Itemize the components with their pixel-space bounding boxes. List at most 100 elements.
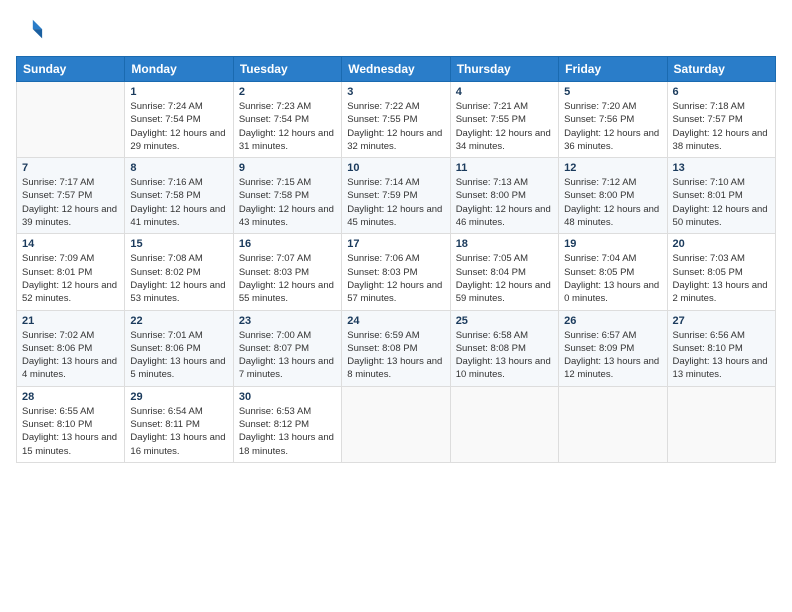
day-number: 6 bbox=[673, 86, 770, 98]
day-info: Sunrise: 6:59 AMSunset: 8:08 PMDaylight:… bbox=[347, 329, 444, 382]
day-number: 7 bbox=[22, 162, 119, 174]
calendar-header-tuesday: Tuesday bbox=[233, 57, 341, 82]
day-number: 17 bbox=[347, 238, 444, 250]
calendar-day-cell: 5Sunrise: 7:20 AMSunset: 7:56 PMDaylight… bbox=[559, 82, 667, 158]
calendar: SundayMondayTuesdayWednesdayThursdayFrid… bbox=[16, 56, 776, 463]
day-info: Sunrise: 6:58 AMSunset: 8:08 PMDaylight:… bbox=[456, 329, 553, 382]
day-number: 8 bbox=[130, 162, 227, 174]
calendar-header-friday: Friday bbox=[559, 57, 667, 82]
calendar-day-cell: 7 Sunrise: 7:17 AMSunset: 7:57 PMDaylight… bbox=[17, 158, 125, 234]
calendar-day-cell: 16 Sunrise: 7:07 AMSunset: 8:03 PMDayligh… bbox=[233, 234, 341, 310]
day-number: 14 bbox=[22, 238, 119, 250]
day-number: 15 bbox=[130, 238, 227, 250]
calendar-day-cell: 13 Sunrise: 7:10 AMSunset: 8:01 PMDayligh… bbox=[667, 158, 775, 234]
day-number: 20 bbox=[673, 238, 770, 250]
calendar-day-cell: 20 Sunrise: 7:03 AMSunset: 8:05 PMDayligh… bbox=[667, 234, 775, 310]
day-info: Sunrise: 6:54 AMSunset: 8:11 PMDaylight:… bbox=[130, 405, 227, 458]
day-info: Sunrise: 7:16 AMSunset: 7:58 PMDaylight:… bbox=[130, 176, 227, 229]
calendar-week-row: 28 Sunrise: 6:55 AMSunset: 8:10 PMDayligh… bbox=[17, 386, 776, 462]
calendar-day-cell: 27 Sunrise: 6:56 AMSunset: 8:10 PMDayligh… bbox=[667, 310, 775, 386]
calendar-day-cell bbox=[17, 82, 125, 158]
calendar-day-cell: 18 Sunrise: 7:05 AMSunset: 8:04 PMDayligh… bbox=[450, 234, 558, 310]
day-number: 18 bbox=[456, 238, 553, 250]
calendar-day-cell: 4 Sunrise: 7:21 AMSunset: 7:55 PMDaylight… bbox=[450, 82, 558, 158]
day-info: Sunrise: 6:56 AMSunset: 8:10 PMDaylight:… bbox=[673, 329, 770, 382]
day-info: Sunrise: 7:06 AMSunset: 8:03 PMDaylight:… bbox=[347, 252, 444, 305]
calendar-day-cell: 22Sunrise: 7:01 AMSunset: 8:06 PMDayligh… bbox=[125, 310, 233, 386]
day-info: Sunrise: 7:15 AMSunset: 7:58 PMDaylight:… bbox=[239, 176, 336, 229]
day-number: 4 bbox=[456, 86, 553, 98]
calendar-header-monday: Monday bbox=[125, 57, 233, 82]
day-info: Sunrise: 7:05 AMSunset: 8:04 PMDaylight:… bbox=[456, 252, 553, 305]
calendar-day-cell: 23 Sunrise: 7:00 AMSunset: 8:07 PMDayligh… bbox=[233, 310, 341, 386]
calendar-day-cell bbox=[559, 386, 667, 462]
calendar-day-cell: 10 Sunrise: 7:14 AMSunset: 7:59 PMDayligh… bbox=[342, 158, 450, 234]
logo bbox=[16, 16, 48, 44]
calendar-day-cell: 12Sunrise: 7:12 AMSunset: 8:00 PMDayligh… bbox=[559, 158, 667, 234]
day-info: Sunrise: 6:55 AMSunset: 8:10 PMDaylight:… bbox=[22, 405, 119, 458]
day-number: 26 bbox=[564, 315, 661, 327]
day-info: Sunrise: 7:10 AMSunset: 8:01 PMDaylight:… bbox=[673, 176, 770, 229]
calendar-day-cell bbox=[342, 386, 450, 462]
day-info: Sunrise: 7:02 AMSunset: 8:06 PMDaylight:… bbox=[22, 329, 119, 382]
day-number: 30 bbox=[239, 391, 336, 403]
calendar-day-cell: 1 Sunrise: 7:24 AMSunset: 7:54 PMDaylight… bbox=[125, 82, 233, 158]
calendar-day-cell: 8 Sunrise: 7:16 AMSunset: 7:58 PMDaylight… bbox=[125, 158, 233, 234]
calendar-day-cell: 15 Sunrise: 7:08 AMSunset: 8:02 PMDayligh… bbox=[125, 234, 233, 310]
calendar-header-wednesday: Wednesday bbox=[342, 57, 450, 82]
day-info: Sunrise: 7:09 AMSunset: 8:01 PMDaylight:… bbox=[22, 252, 119, 305]
day-info: Sunrise: 7:22 AMSunset: 7:55 PMDaylight:… bbox=[347, 100, 444, 153]
calendar-week-row: 1 Sunrise: 7:24 AMSunset: 7:54 PMDaylight… bbox=[17, 82, 776, 158]
day-number: 13 bbox=[673, 162, 770, 174]
calendar-header-row: SundayMondayTuesdayWednesdayThursdayFrid… bbox=[17, 57, 776, 82]
day-info: Sunrise: 6:57 AMSunset: 8:09 PMDaylight:… bbox=[564, 329, 661, 382]
day-info: Sunrise: 7:24 AMSunset: 7:54 PMDaylight:… bbox=[130, 100, 227, 153]
calendar-day-cell: 30 Sunrise: 6:53 AMSunset: 8:12 PMDayligh… bbox=[233, 386, 341, 462]
day-number: 9 bbox=[239, 162, 336, 174]
calendar-day-cell: 2Sunrise: 7:23 AMSunset: 7:54 PMDaylight… bbox=[233, 82, 341, 158]
day-info: Sunrise: 7:18 AMSunset: 7:57 PMDaylight:… bbox=[673, 100, 770, 153]
day-info: Sunrise: 7:04 AMSunset: 8:05 PMDaylight:… bbox=[564, 252, 661, 305]
calendar-day-cell: 26 Sunrise: 6:57 AMSunset: 8:09 PMDayligh… bbox=[559, 310, 667, 386]
calendar-day-cell: 14 Sunrise: 7:09 AMSunset: 8:01 PMDayligh… bbox=[17, 234, 125, 310]
day-number: 1 bbox=[130, 86, 227, 98]
day-info: Sunrise: 7:03 AMSunset: 8:05 PMDaylight:… bbox=[673, 252, 770, 305]
calendar-day-cell: 3 Sunrise: 7:22 AMSunset: 7:55 PMDaylight… bbox=[342, 82, 450, 158]
calendar-day-cell: 25Sunrise: 6:58 AMSunset: 8:08 PMDayligh… bbox=[450, 310, 558, 386]
day-info: Sunrise: 7:13 AMSunset: 8:00 PMDaylight:… bbox=[456, 176, 553, 229]
calendar-day-cell: 21Sunrise: 7:02 AMSunset: 8:06 PMDayligh… bbox=[17, 310, 125, 386]
day-number: 16 bbox=[239, 238, 336, 250]
day-number: 10 bbox=[347, 162, 444, 174]
calendar-week-row: 14 Sunrise: 7:09 AMSunset: 8:01 PMDayligh… bbox=[17, 234, 776, 310]
day-number: 27 bbox=[673, 315, 770, 327]
calendar-header-saturday: Saturday bbox=[667, 57, 775, 82]
day-number: 3 bbox=[347, 86, 444, 98]
day-info: Sunrise: 7:08 AMSunset: 8:02 PMDaylight:… bbox=[130, 252, 227, 305]
calendar-day-cell bbox=[667, 386, 775, 462]
calendar-day-cell: 9 Sunrise: 7:15 AMSunset: 7:58 PMDaylight… bbox=[233, 158, 341, 234]
calendar-day-cell: 11 Sunrise: 7:13 AMSunset: 8:00 PMDayligh… bbox=[450, 158, 558, 234]
calendar-day-cell: 29 Sunrise: 6:54 AMSunset: 8:11 PMDayligh… bbox=[125, 386, 233, 462]
day-info: Sunrise: 7:17 AMSunset: 7:57 PMDaylight:… bbox=[22, 176, 119, 229]
day-info: Sunrise: 7:12 AMSunset: 8:00 PMDaylight:… bbox=[564, 176, 661, 229]
day-info: Sunrise: 6:53 AMSunset: 8:12 PMDaylight:… bbox=[239, 405, 336, 458]
calendar-header-sunday: Sunday bbox=[17, 57, 125, 82]
day-number: 24 bbox=[347, 315, 444, 327]
day-number: 19 bbox=[564, 238, 661, 250]
day-number: 29 bbox=[130, 391, 227, 403]
page-header bbox=[16, 16, 776, 44]
day-info: Sunrise: 7:00 AMSunset: 8:07 PMDaylight:… bbox=[239, 329, 336, 382]
day-number: 11 bbox=[456, 162, 553, 174]
calendar-week-row: 7 Sunrise: 7:17 AMSunset: 7:57 PMDaylight… bbox=[17, 158, 776, 234]
day-info: Sunrise: 7:20 AMSunset: 7:56 PMDaylight:… bbox=[564, 100, 661, 153]
day-number: 28 bbox=[22, 391, 119, 403]
day-info: Sunrise: 7:01 AMSunset: 8:06 PMDaylight:… bbox=[130, 329, 227, 382]
calendar-day-cell: 17 Sunrise: 7:06 AMSunset: 8:03 PMDayligh… bbox=[342, 234, 450, 310]
calendar-day-cell bbox=[450, 386, 558, 462]
day-info: Sunrise: 7:21 AMSunset: 7:55 PMDaylight:… bbox=[456, 100, 553, 153]
day-number: 23 bbox=[239, 315, 336, 327]
calendar-day-cell: 24 Sunrise: 6:59 AMSunset: 8:08 PMDayligh… bbox=[342, 310, 450, 386]
day-number: 2 bbox=[239, 86, 336, 98]
day-info: Sunrise: 7:14 AMSunset: 7:59 PMDaylight:… bbox=[347, 176, 444, 229]
day-info: Sunrise: 7:07 AMSunset: 8:03 PMDaylight:… bbox=[239, 252, 336, 305]
